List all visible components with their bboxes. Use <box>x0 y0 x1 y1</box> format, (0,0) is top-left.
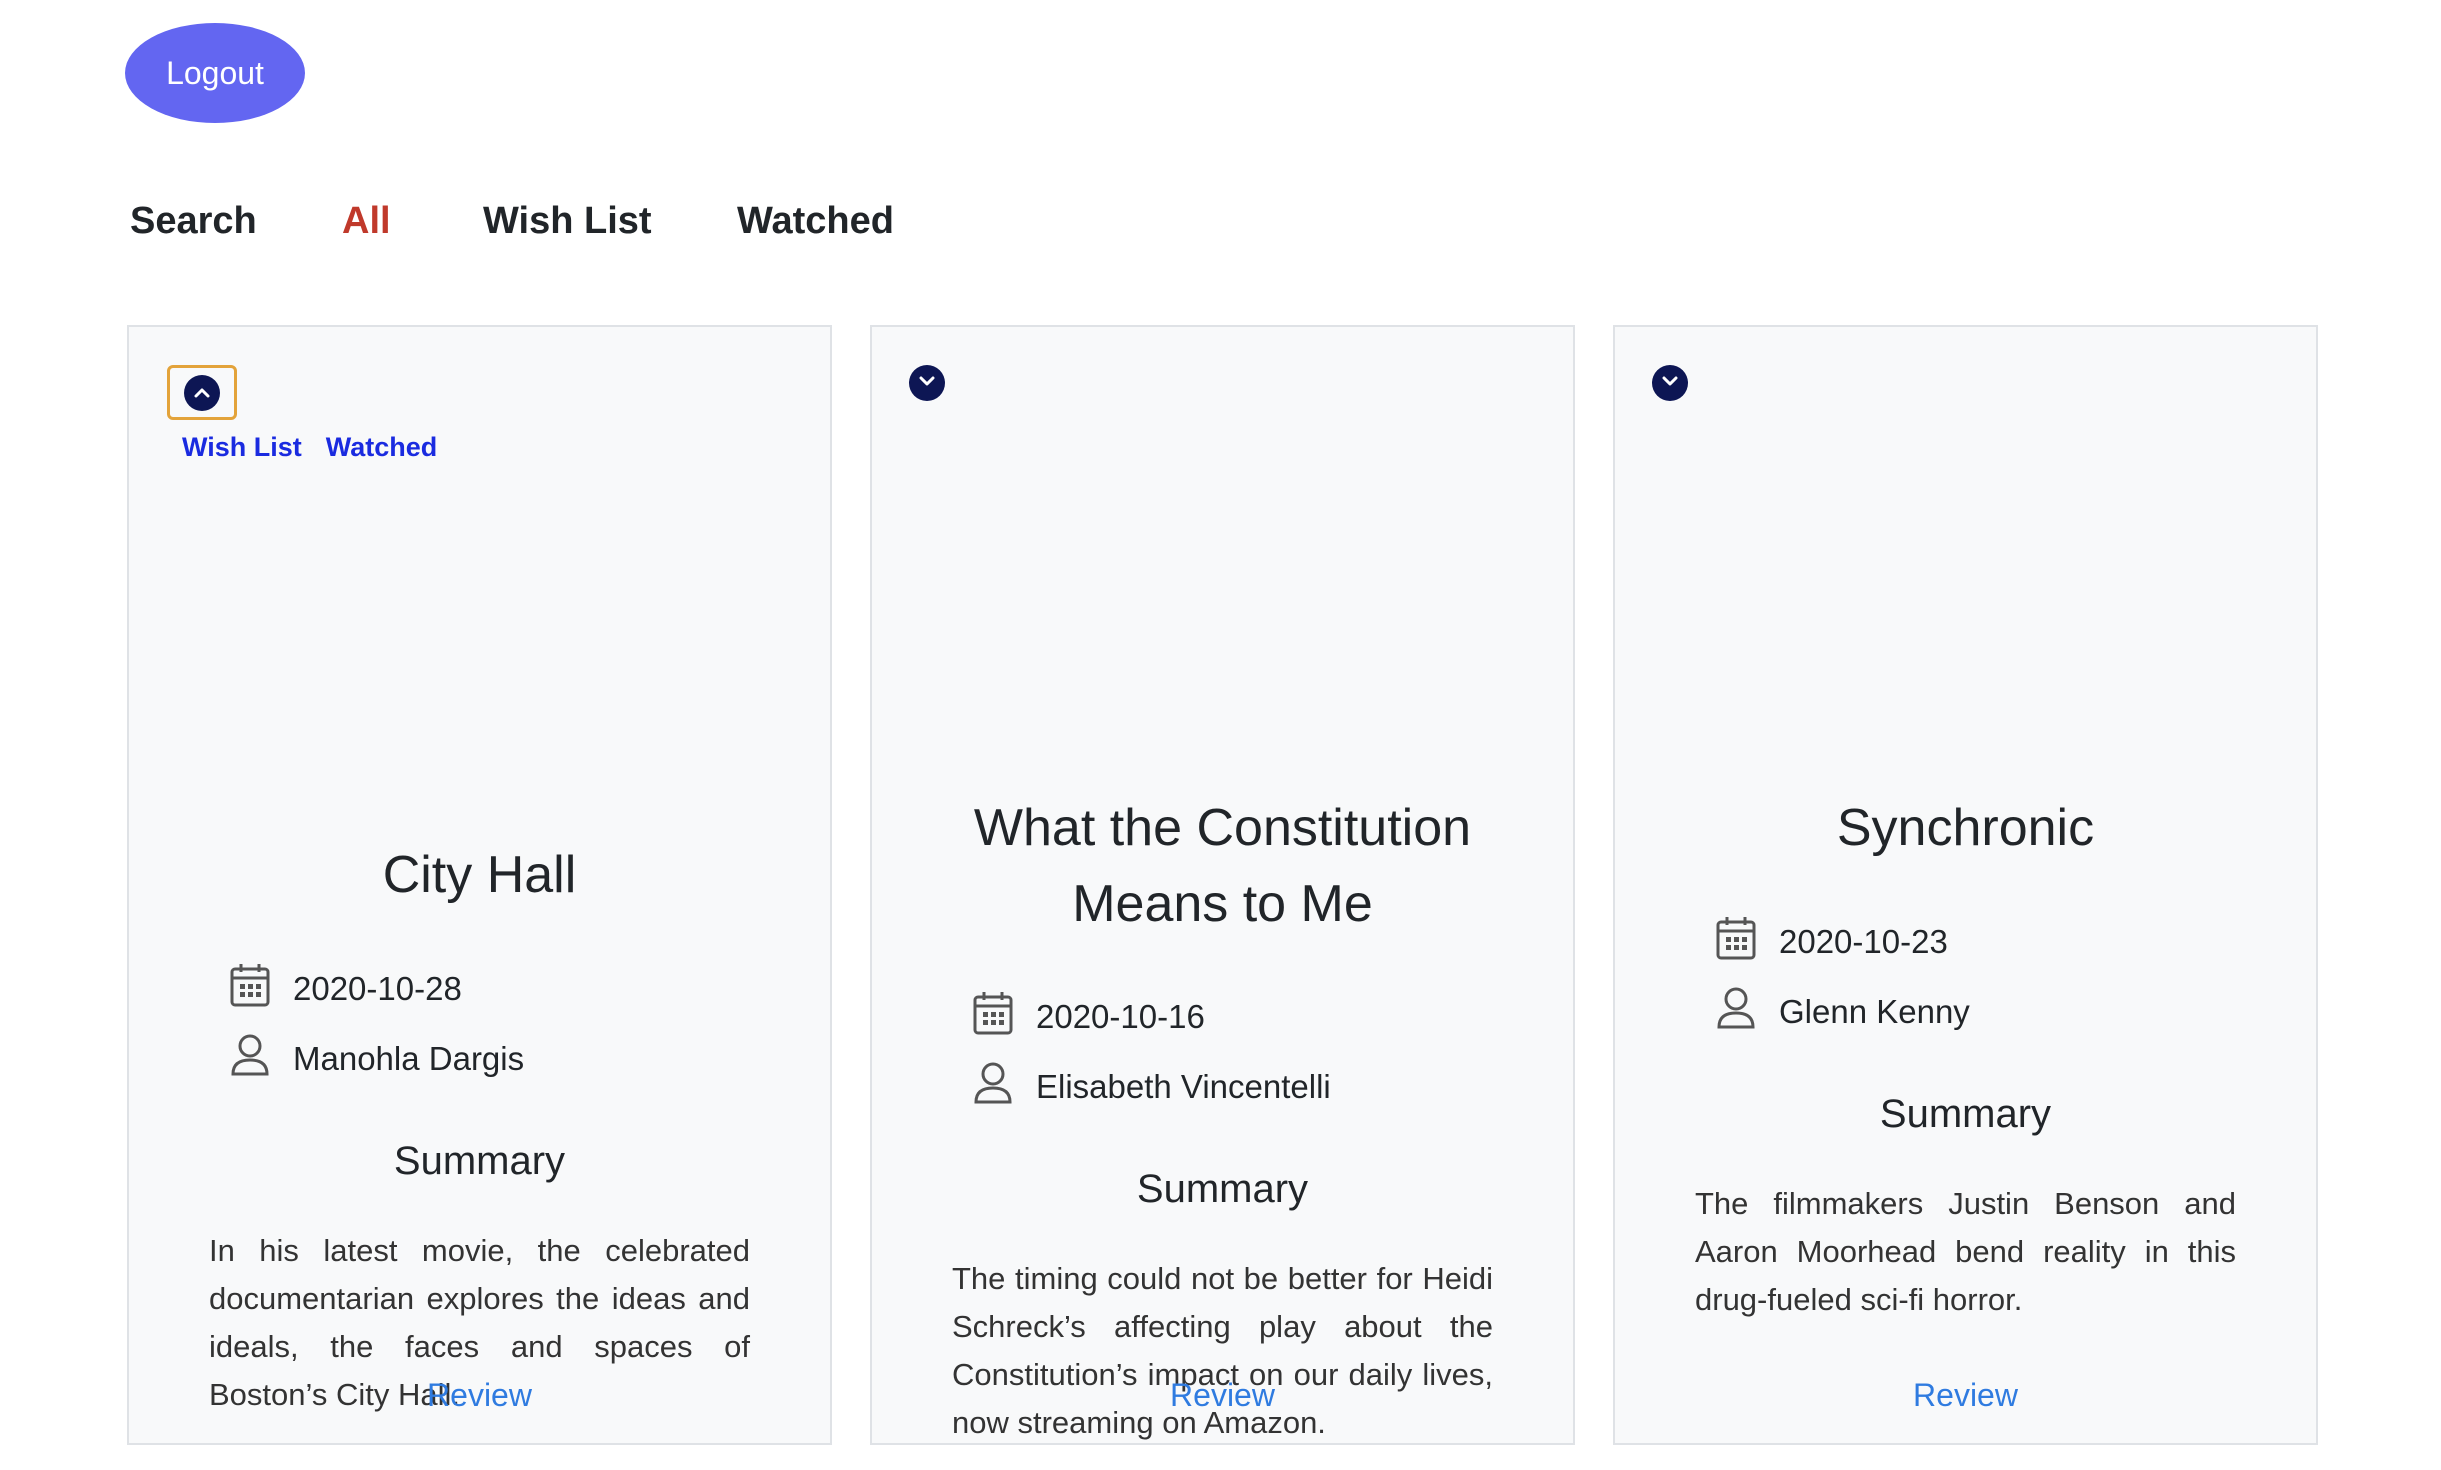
movie-card: Synchronic 2020-10-23 Glenn Kenny Summar… <box>1613 325 2318 1445</box>
date-text: 2020-10-23 <box>1779 923 1948 960</box>
tab-search[interactable]: Search <box>130 200 257 243</box>
date-text: 2020-10-28 <box>293 970 462 1007</box>
date-text: 2020-10-16 <box>1036 998 1205 1035</box>
person-icon <box>1715 985 1779 1039</box>
add-to-wish-list-link[interactable]: Wish List <box>182 432 302 462</box>
movie-title: City Hall <box>169 837 790 913</box>
movie-title: Synchronic <box>1655 790 2276 866</box>
summary-heading: Summary <box>1879 1092 2052 1136</box>
chevron-down-icon <box>916 370 938 397</box>
chevron-down-icon <box>1659 370 1681 397</box>
summary-heading: Summary <box>393 1139 566 1183</box>
calendar-icon <box>972 990 1036 1044</box>
movie-card: Wish List Watched City Hall 2020-10-28 Ma… <box>127 325 832 1445</box>
summary-text: The filmmakers Justin Benson and Aaron M… <box>1695 1186 2236 1317</box>
critic: Elisabeth Vincentelli <box>972 1060 1331 1114</box>
review-link[interactable]: Review <box>1615 1377 2316 1414</box>
movie-title-line: What the Constitution <box>973 799 1472 857</box>
critic: Glenn Kenny <box>1715 985 1970 1039</box>
release-date: 2020-10-23 <box>1715 915 1948 969</box>
summary-text: The timing could not be better for Heidi… <box>952 1261 1493 1440</box>
critic-name: Elisabeth Vincentelli <box>1036 1068 1331 1105</box>
release-date: 2020-10-28 <box>229 962 462 1016</box>
critic-name: Manohla Dargis <box>293 1040 525 1077</box>
card-menu-toggle[interactable] <box>909 365 945 401</box>
calendar-icon <box>229 962 293 1016</box>
critic-name: Glenn Kenny <box>1779 993 1970 1030</box>
tab-all[interactable]: All <box>342 200 391 243</box>
movie-title-line: City Hall <box>382 846 577 904</box>
chevron-up-icon <box>184 374 220 411</box>
mark-watched-link[interactable]: Watched <box>326 432 438 462</box>
movie-title: What the Constitution Means to Me <box>912 790 1533 942</box>
calendar-icon <box>1715 915 1779 969</box>
movie-card: What the Constitution Means to Me 2020-1… <box>870 325 1575 1445</box>
release-date: 2020-10-16 <box>972 990 1205 1044</box>
tab-wish-list[interactable]: Wish List <box>483 200 652 243</box>
movie-title-line: Synchronic <box>1836 799 2095 857</box>
review-link[interactable]: Review <box>872 1377 1573 1414</box>
movie-title-line: Means to Me <box>1072 875 1373 933</box>
review-link[interactable]: Review <box>129 1377 830 1414</box>
logout-button[interactable]: Logout <box>125 23 305 123</box>
tab-watched[interactable]: Watched <box>737 200 894 243</box>
critic: Manohla Dargis <box>229 1032 524 1086</box>
card-menu-toggle[interactable] <box>1652 365 1688 401</box>
person-icon <box>229 1032 293 1086</box>
card-menu-toggle[interactable] <box>167 365 237 420</box>
card-menu: Wish List Watched <box>182 432 461 463</box>
summary-heading: Summary <box>1136 1167 1309 1211</box>
person-icon <box>972 1060 1036 1114</box>
